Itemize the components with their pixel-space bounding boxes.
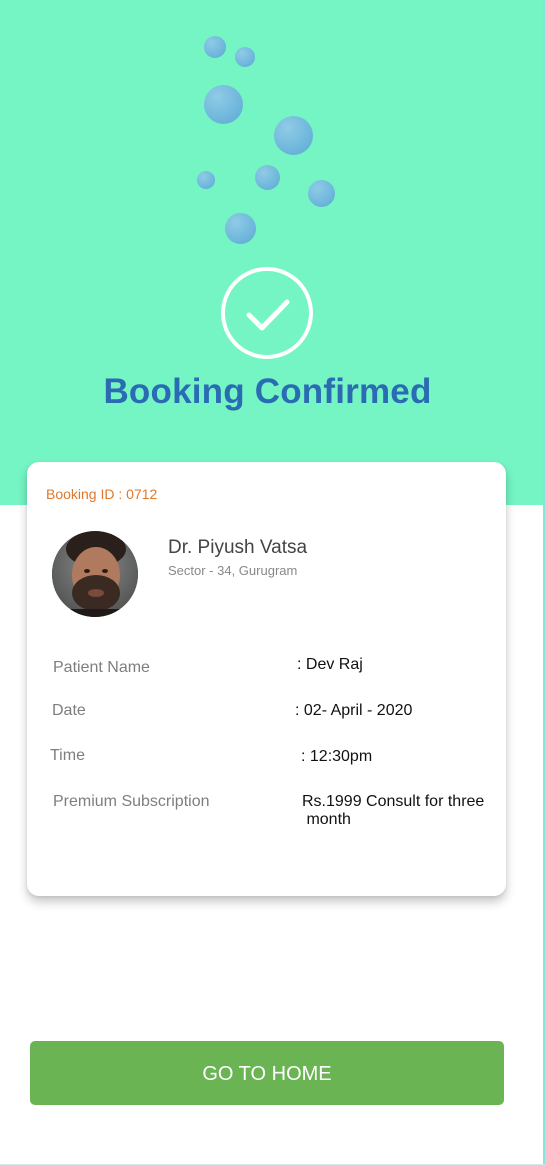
time-value: : 12:30pm (301, 748, 373, 765)
doctor-name: Dr. Piyush Vatsa (168, 537, 308, 558)
bubble (235, 47, 255, 67)
bubble (308, 180, 335, 207)
subscription-value-line1: Rs.1999 Consult for three (302, 793, 485, 810)
bubble (197, 171, 215, 189)
patient-name-value: : Dev Raj (297, 656, 363, 673)
bubble (274, 116, 313, 155)
subscription-value: Rs.1999 Consult for three month (302, 793, 484, 829)
bubble (225, 213, 256, 244)
date-value: : 02- April - 2020 (295, 702, 413, 719)
patient-name-label: Patient Name (53, 659, 150, 676)
bubble (204, 85, 243, 124)
time-label: Time (50, 747, 85, 764)
subscription-label: Premium Subscription (53, 793, 210, 810)
bubble (255, 165, 280, 190)
go-to-home-button[interactable]: GO TO HOME (30, 1041, 504, 1105)
doctor-address: Sector - 34, Gurugram (168, 563, 298, 578)
booking-id: Booking ID : 0712 (46, 486, 158, 502)
bubble (204, 36, 226, 58)
doctor-avatar (52, 531, 138, 617)
date-label: Date (52, 702, 86, 719)
page-title: Booking Confirmed (103, 372, 432, 411)
subscription-value-line2: month (302, 811, 351, 828)
check-circle-icon (221, 267, 313, 359)
booking-card: Booking ID : 0712 Dr. Piyush Vatsa Secto… (27, 462, 506, 896)
hero-banner: Booking Confirmed (0, 0, 545, 505)
